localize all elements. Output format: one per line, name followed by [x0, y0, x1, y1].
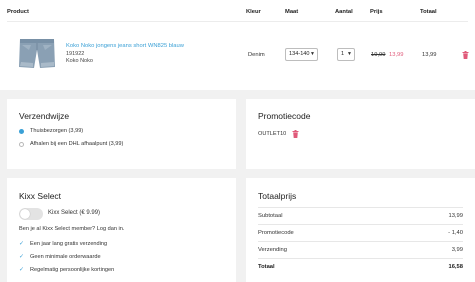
toggle-knob	[20, 209, 30, 219]
summary-row-total: Totaal 16,58	[258, 258, 463, 275]
benefit-text: Een jaar lang gratis verzending	[30, 240, 108, 247]
cart-table: Product Kleur Maat Aantal Prijs Totaal K…	[0, 0, 475, 90]
shipping-option-home[interactable]: Thuisbezorgen (3,99)	[19, 128, 83, 134]
shipping-card: Verzendwijze Thuisbezorgen (3,99) Afhale…	[7, 99, 236, 169]
column-header-total: Totaal	[420, 9, 437, 15]
column-header-size: Maat	[285, 9, 299, 15]
benefit-item: ✓ Een jaar lang gratis verzending	[19, 240, 108, 248]
promo-card: Promotiecode OUTLET10	[246, 99, 475, 169]
kixx-select-toggle-label: Kixx Select (€ 9.99)	[48, 210, 101, 216]
size-select[interactable]: 134-140 ▼	[285, 48, 318, 61]
benefit-text: Geen minimale orderwaarde	[30, 253, 101, 260]
benefit-item: ✓ Regelmatig persoonlijke kortingen	[19, 266, 115, 274]
kixx-select-card: Kixx Select Kixx Select (€ 9.99) Ben je …	[7, 178, 236, 282]
header-divider	[7, 21, 468, 22]
column-header-quantity: Aantal	[335, 9, 353, 15]
summary-label: Totaal	[258, 264, 275, 270]
original-price: 19,99	[371, 52, 386, 58]
shipping-title: Verzendwijze	[19, 111, 70, 121]
size-select-value: 134-140	[289, 51, 310, 57]
quantity-select[interactable]: 1 ▼	[337, 48, 355, 61]
check-icon: ✓	[19, 267, 25, 273]
product-colour: Denim	[248, 52, 265, 58]
summary-label: Subtotaal	[258, 213, 283, 219]
promo-title: Promotiecode	[258, 111, 311, 121]
column-header-colour: Kleur	[246, 9, 261, 15]
check-icon: ✓	[19, 254, 25, 260]
product-sku: 191922	[66, 51, 85, 57]
totals-card: Totaalprijs Subtotaal 13,99 Promotiecode…	[246, 178, 475, 282]
product-name-link[interactable]: Koko Noko jongens jeans short WN825 blau…	[66, 43, 184, 49]
shipping-option-label: Afhalen bij een DHL afhaalpunt (3,99)	[30, 141, 124, 147]
trash-icon[interactable]	[462, 51, 469, 59]
kixx-select-toggle[interactable]	[19, 208, 43, 220]
line-total: 13,99	[422, 52, 437, 58]
product-thumbnail[interactable]	[17, 36, 57, 71]
summary-row-subtotal: Subtotaal 13,99	[258, 207, 463, 224]
summary-value: 13,99	[448, 213, 463, 219]
sale-price: 13,99	[389, 52, 404, 58]
shipping-option-label: Thuisbezorgen (3,99)	[30, 128, 84, 134]
check-icon: ✓	[19, 241, 25, 247]
radio-unselected[interactable]	[19, 141, 24, 147]
benefit-item: ✓ Geen minimale orderwaarde	[19, 253, 101, 261]
chevron-down-icon: ▼	[310, 51, 315, 57]
quantity-select-value: 1	[341, 51, 345, 57]
summary-value: 3,99	[451, 247, 463, 253]
member-login-text[interactable]: Ben je al Kixx Select member? Log dan in…	[19, 226, 124, 232]
shipping-option-pickup[interactable]: Afhalen bij een DHL afhaalpunt (3,99)	[19, 141, 123, 147]
chevron-down-icon: ▼	[347, 51, 352, 57]
promo-code: OUTLET10	[258, 131, 287, 137]
summary-row-shipping: Verzending 3,99	[258, 241, 463, 258]
summary-value: - 1,40	[448, 230, 463, 236]
product-brand: Koko Noko	[66, 58, 93, 64]
summary-row-promo: Promotiecode - 1,40	[258, 224, 463, 241]
totals-title: Totaalprijs	[258, 191, 297, 201]
radio-selected[interactable]	[19, 128, 24, 134]
benefit-text: Regelmatig persoonlijke kortingen	[30, 266, 115, 273]
summary-value: 16,58	[448, 264, 463, 270]
column-header-product: Product	[7, 9, 29, 15]
summary-label: Verzending	[258, 247, 288, 253]
column-header-price: Prijs	[370, 9, 383, 15]
trash-icon[interactable]	[292, 130, 299, 138]
kixx-title: Kixx Select	[19, 191, 62, 201]
summary-label: Promotiecode	[258, 230, 294, 236]
